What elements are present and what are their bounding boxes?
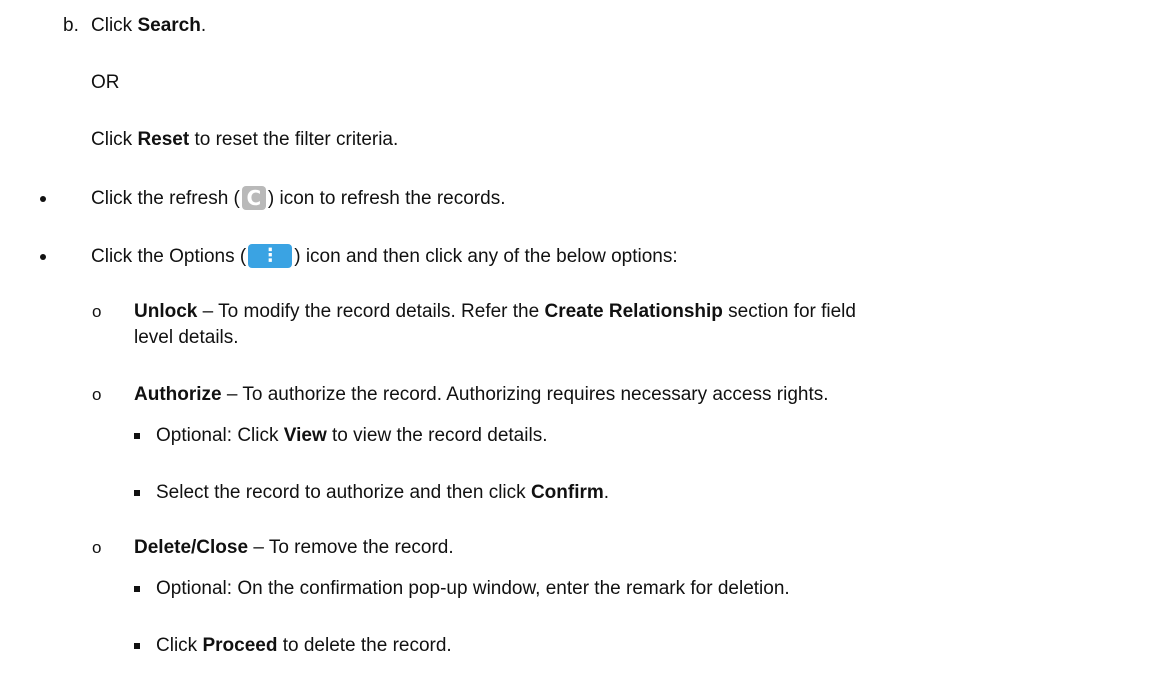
step-b-marker: b. (63, 15, 79, 36)
step-b-click: Click (91, 15, 138, 36)
bullet-circle: o (92, 538, 102, 557)
options-icon: ⋮ (248, 244, 293, 268)
delete-desc: – To remove the record. (248, 537, 454, 558)
reset-line: Click Reset to reset the filter criteria… (91, 128, 398, 152)
refresh-icon: C (241, 186, 266, 210)
del-sub1: Optional: On the confirmation pop-up win… (156, 578, 790, 599)
auth-sub2-after: . (603, 482, 610, 503)
reset-term: Reset (137, 129, 190, 150)
search-term: Search (137, 15, 201, 36)
auth-sub1-after: to view the record details. (326, 425, 548, 446)
step-b-text: Click Search. (91, 14, 206, 38)
auth-sub1: Optional: Click View to view the record … (156, 424, 547, 448)
confirm-term: Confirm (530, 482, 604, 503)
refresh-after: ) icon to refresh the records. (267, 188, 506, 209)
del-sub2-after: to delete the record. (277, 635, 452, 656)
auth-sub1-before: Optional: Click (156, 425, 284, 446)
reset-click: Click (91, 129, 138, 150)
proceed-term: Proceed (202, 635, 278, 656)
authorize-line: Authorize – To authorize the record. Aut… (134, 383, 829, 407)
bullet-dot (40, 254, 46, 260)
bullet-dot (40, 196, 46, 202)
view-term: View (283, 425, 327, 446)
unlock-rest: section for field (722, 301, 856, 322)
refresh-glyph: C (246, 186, 262, 210)
bullet-square (134, 433, 140, 439)
unlock-line2: level details. (134, 327, 239, 348)
reset-rest: to reset the filter criteria. (189, 129, 399, 150)
unlock-line: Unlock – To modify the record details. R… (134, 300, 856, 324)
auth-sub2-before: Select the record to authorize and then … (156, 482, 531, 503)
delete-term: Delete/Close (134, 537, 249, 558)
bullet-circle: o (92, 302, 102, 321)
bullet-circle: o (92, 385, 102, 404)
refresh-line: Click the refresh ( C) icon to refresh th… (91, 186, 505, 211)
del-sub2: Click Proceed to delete the record. (156, 634, 452, 658)
step-b-end: . (200, 15, 207, 36)
options-after: ) icon and then click any of the below o… (294, 246, 678, 267)
auth-sub2: Select the record to authorize and then … (156, 481, 609, 505)
bullet-square (134, 643, 140, 649)
bullet-square (134, 586, 140, 592)
refresh-before: Click the refresh ( (91, 188, 240, 209)
create-relationship-ref: Create Relationship (544, 301, 723, 322)
options-before: Click the Options ( (91, 246, 247, 267)
unlock-desc: – To modify the record details. Refer th… (197, 301, 545, 322)
options-line: Click the Options ( ⋮ ) icon and then clic… (91, 244, 678, 269)
unlock-term: Unlock (134, 301, 198, 322)
options-glyph: ⋮ (261, 245, 280, 266)
bullet-square (134, 490, 140, 496)
authorize-term: Authorize (134, 384, 222, 405)
or-text: OR (91, 72, 120, 93)
del-sub2-before: Click (156, 635, 203, 656)
authorize-desc: – To authorize the record. Authorizing r… (221, 384, 829, 405)
delete-line: Delete/Close – To remove the record. (134, 536, 454, 560)
